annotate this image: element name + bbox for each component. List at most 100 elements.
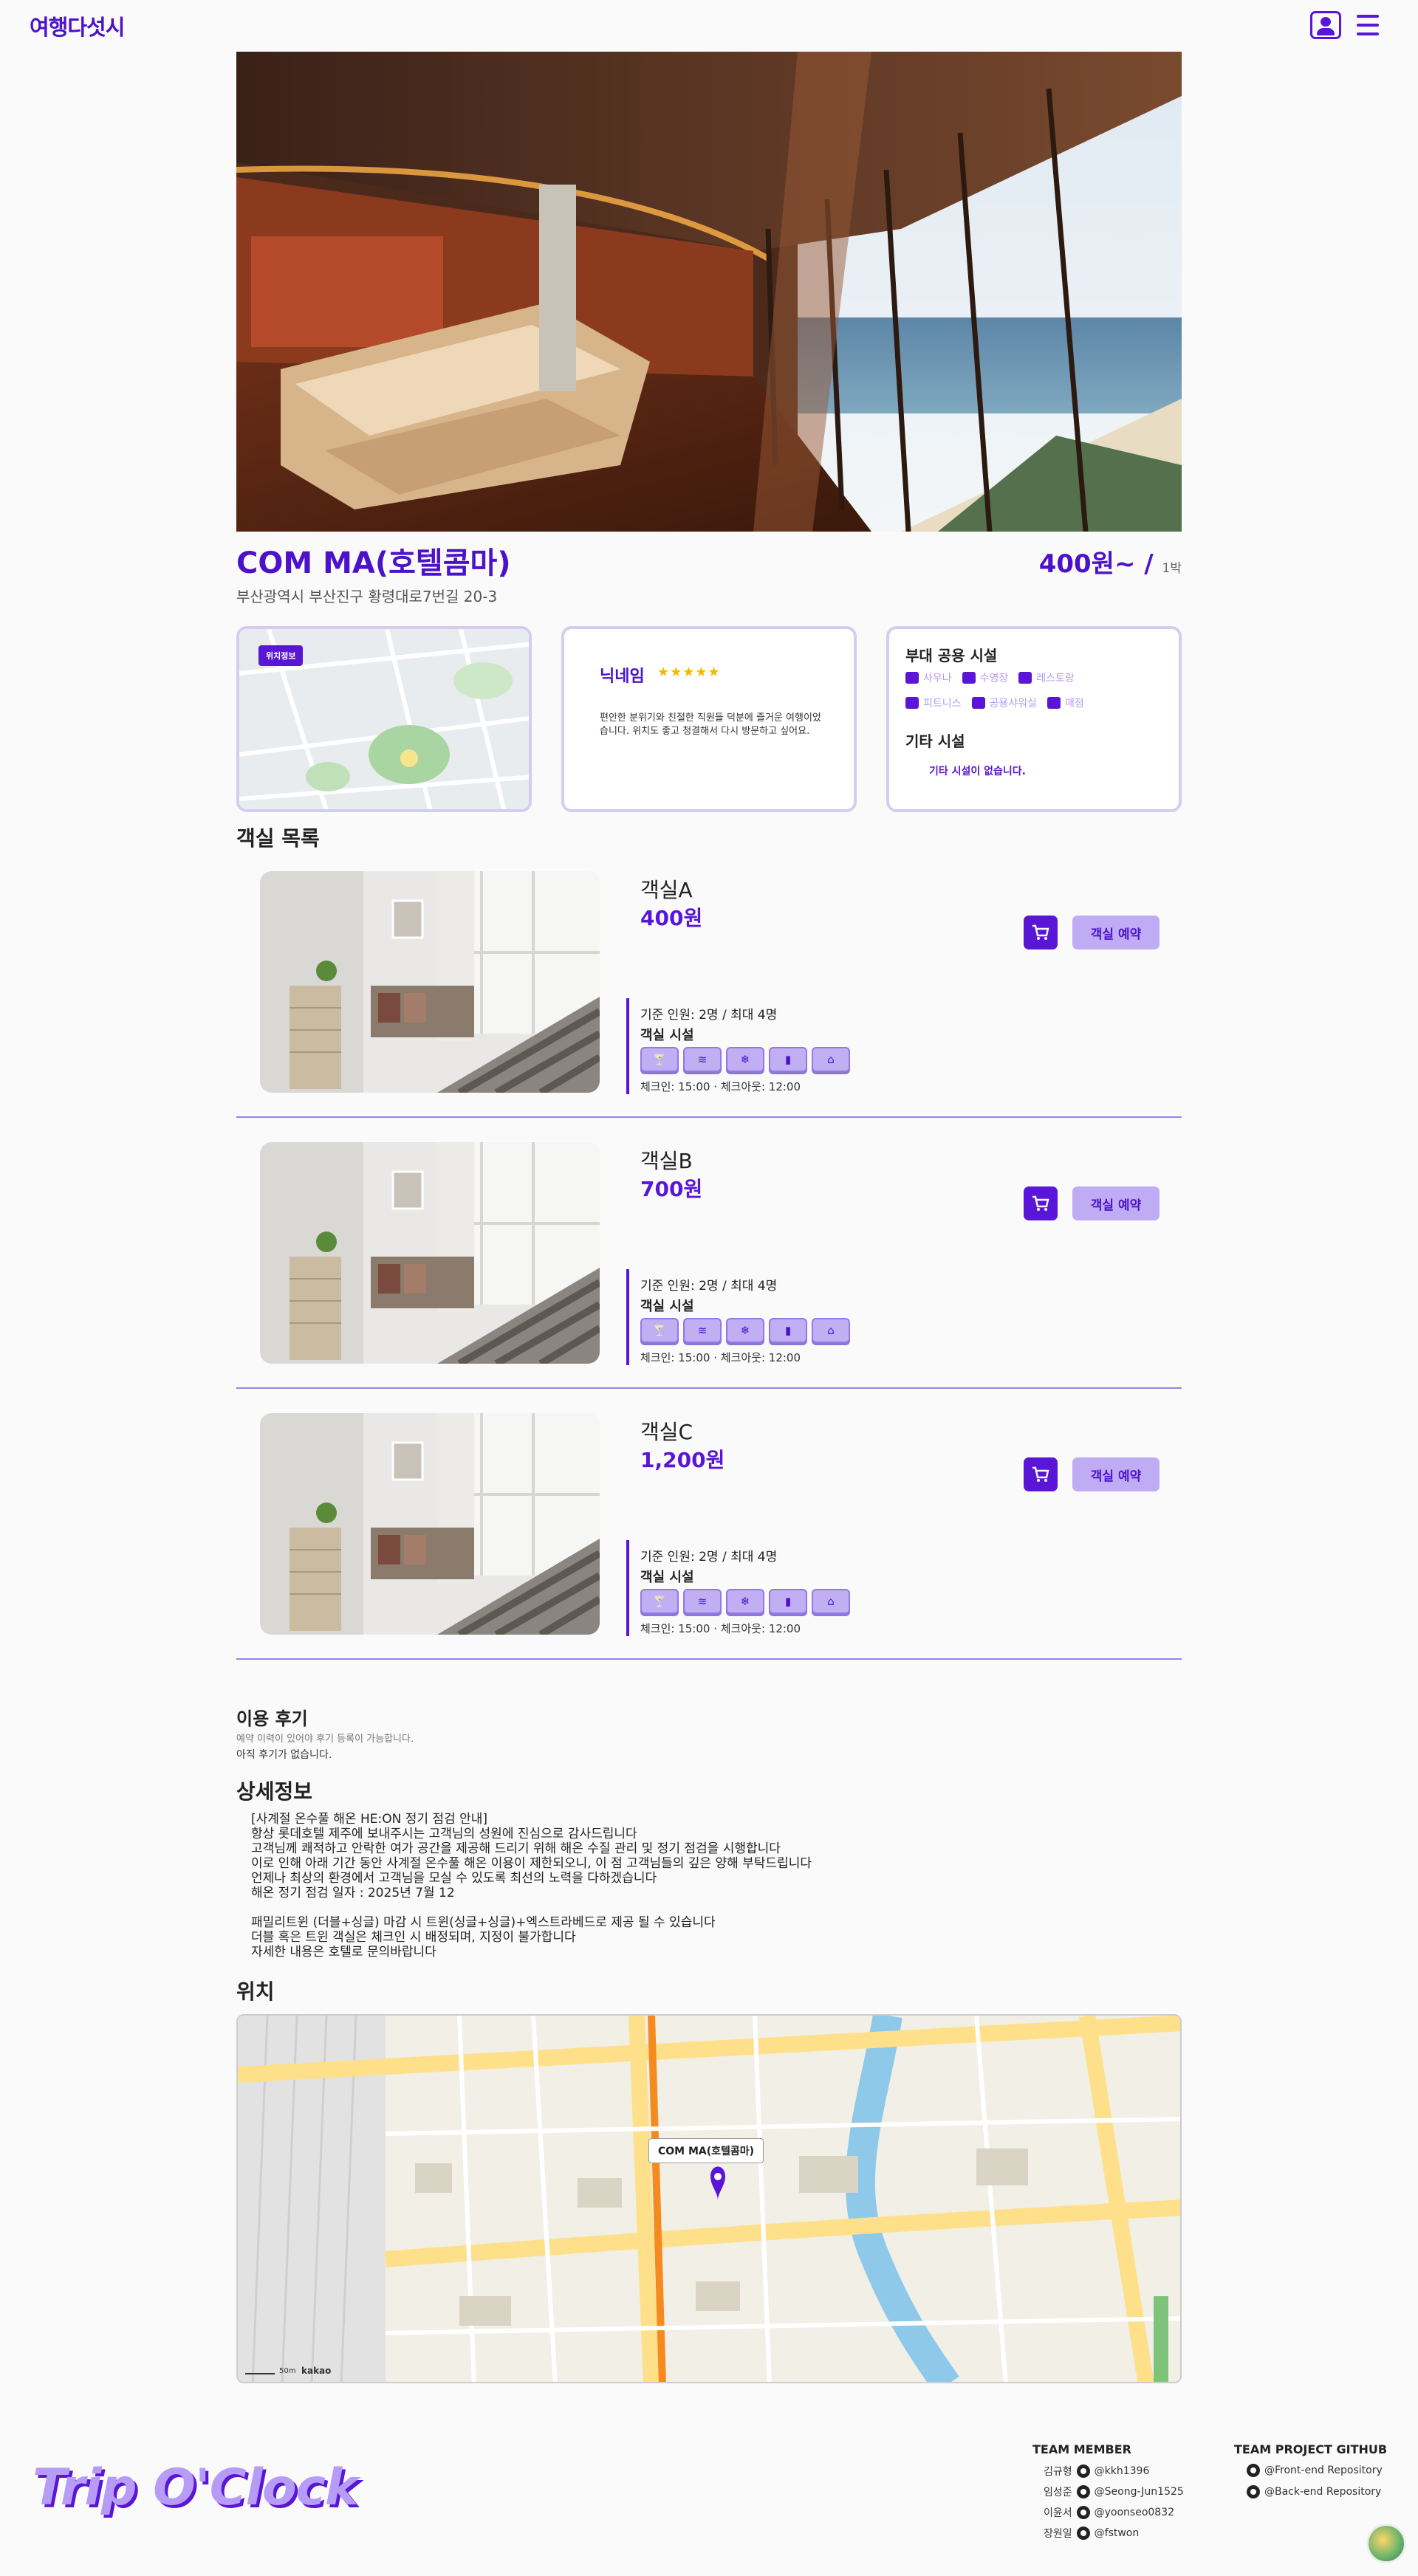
shower-icon: [971, 697, 985, 709]
bar-icon: 🍸: [640, 1589, 679, 1614]
room-divider: [236, 1387, 1182, 1389]
room-amenity-list: 🍸 ≋ ❄ ▮ ⌂: [640, 1318, 850, 1343]
room-check-times: 체크인: 15:00 · 체크아웃: 12:00: [640, 1351, 801, 1364]
cart-icon: [1032, 1466, 1049, 1482]
facility-label: 피트니스: [923, 698, 962, 710]
wifi-icon: ≋: [683, 1047, 722, 1072]
location-map[interactable]: COM MA(호텔콤마) 50m kakao: [236, 2014, 1182, 2383]
facility-label: 매점: [1064, 698, 1084, 710]
team-member-row[interactable]: 김규형 @kkh1396: [1044, 2464, 1149, 2479]
hairdryer-icon: ⌂: [812, 1589, 850, 1614]
bar-icon: 🍸: [640, 1047, 679, 1072]
price-value: 400원~ /: [1038, 549, 1154, 579]
front-repo-link[interactable]: @Front-end Repository: [1247, 2464, 1383, 2477]
github-icon: [1247, 2485, 1260, 2498]
team-member-title: TEAM MEMBER: [1032, 2442, 1131, 2456]
add-to-cart-button[interactable]: [1024, 1457, 1058, 1491]
room-info-bar: [626, 1269, 629, 1365]
facilities-title: 부대 공용 시설: [905, 647, 998, 664]
facility-label: 레스토랑: [1036, 673, 1075, 684]
room-name: 객실B: [640, 1149, 693, 1173]
reviews-notice: 예약 이력이 있어야 후기 등록이 가능합니다.: [236, 1734, 414, 1745]
aircon-icon: ❄: [726, 1318, 764, 1343]
facilities-row: 피트니스 공용샤워실 매점: [905, 695, 1084, 710]
facility-shower: 공용샤워실: [971, 695, 1037, 710]
room-facilities-title: 객실 시설: [640, 1028, 694, 1043]
facility-label: 사우나: [923, 673, 952, 684]
back-repo-link[interactable]: @Back-end Repository: [1247, 2485, 1381, 2498]
hotel-address: 부산광역시 부산진구 황령대로7번길 20-3: [236, 588, 498, 605]
member-github: @Seong-Jun1525: [1094, 2486, 1184, 2498]
facility-label: 공용샤워실: [989, 698, 1037, 710]
room-facilities-title: 객실 시설: [640, 1570, 694, 1585]
team-member-row[interactable]: 이윤서 @yoonseo0832: [1044, 2505, 1174, 2520]
chatbot-icon[interactable]: [1366, 2524, 1406, 2563]
room-name: 객실A: [640, 878, 693, 902]
room-image: [260, 1142, 600, 1364]
location-preview-card[interactable]: 위치정보: [236, 626, 532, 812]
member-name: 장원일: [1044, 2528, 1072, 2540]
facility-label: 수영장: [979, 673, 1009, 684]
hairdryer-icon: ⌂: [812, 1047, 850, 1072]
book-room-button[interactable]: 객실 예약: [1072, 916, 1160, 949]
rooms-section-title: 객실 목록: [236, 826, 320, 851]
book-room-button[interactable]: 객실 예약: [1072, 1186, 1160, 1220]
user-icon[interactable]: [1310, 11, 1341, 39]
facilities-card: 부대 공용 시설 사우나 수영장 레스토랑 피트니스 공용샤워실 매점 기타 시…: [886, 626, 1182, 812]
facility-store: 매점: [1047, 695, 1084, 710]
map-scale: 50m: [279, 2367, 296, 2375]
room-capacity: 기준 인원: 2명 / 최대 4명: [640, 1550, 778, 1565]
room-name: 객실C: [640, 1420, 693, 1444]
hotel-hero-image: [236, 52, 1182, 532]
location-title: 위치: [236, 1979, 275, 2004]
room-facilities-title: 객실 시설: [640, 1299, 694, 1314]
detail-title: 상세정보: [236, 1779, 313, 1804]
team-member-row[interactable]: 장원일 @fstwon: [1044, 2526, 1139, 2541]
amenity-icon: ▮: [769, 1047, 807, 1072]
room-check-times: 체크인: 15:00 · 체크아웃: 12:00: [640, 1080, 801, 1093]
fitness-icon: [905, 697, 919, 709]
facility-sauna: 사우나: [905, 670, 952, 685]
room-divider: [236, 1116, 1182, 1118]
room-info-bar: [626, 1540, 629, 1636]
book-room-button[interactable]: 객실 예약: [1072, 1457, 1160, 1491]
room-price: 1,200원: [640, 1448, 725, 1472]
wifi-icon: ≋: [683, 1589, 722, 1614]
member-name: 임성준: [1044, 2487, 1072, 2498]
facility-restaurant: 레스토랑: [1018, 670, 1075, 685]
cart-icon: [1032, 1195, 1049, 1211]
room-amenity-list: 🍸 ≋ ❄ ▮ ⌂: [640, 1047, 850, 1072]
footer-logo: Trip O'Clock: [32, 2459, 358, 2517]
bar-icon: 🍸: [640, 1318, 679, 1343]
github-icon: [1076, 2527, 1090, 2540]
location-info-badge[interactable]: 위치정보: [258, 645, 304, 666]
pool-icon: [962, 672, 976, 684]
room-divider: [236, 1658, 1182, 1660]
review-text: 편안한 분위기와 친절한 직원들 덕분에 즐거운 여행이었습니다. 위치도 좋고…: [600, 712, 821, 737]
review-preview-card: 닉네임 ★★★★★ 편안한 분위기와 친절한 직원들 덕분에 즐거운 여행이었습…: [561, 626, 857, 812]
room-amenity-list: 🍸 ≋ ❄ ▮ ⌂: [640, 1589, 850, 1614]
member-github: @kkh1396: [1094, 2465, 1150, 2477]
member-name: 이윤서: [1044, 2507, 1072, 2519]
facilities-row: 사우나 수영장 레스토랑: [905, 670, 1075, 685]
amenity-icon: ▮: [769, 1589, 807, 1614]
reviewer-nickname: 닉네임: [600, 667, 645, 686]
facility-pool: 수영장: [962, 670, 1009, 685]
add-to-cart-button[interactable]: [1024, 916, 1058, 949]
hamburger-menu-icon[interactable]: [1357, 15, 1379, 35]
map-marker-label: COM MA(호텔콤마): [648, 2138, 764, 2163]
map-provider: kakao: [301, 2366, 332, 2376]
facility-fitness: 피트니스: [905, 695, 962, 710]
github-icon: [1076, 2485, 1090, 2498]
hotel-name: COM MA(호텔콤마): [236, 546, 511, 580]
room-info-bar: [626, 998, 629, 1094]
room-check-times: 체크인: 15:00 · 체크아웃: 12:00: [640, 1622, 801, 1635]
member-name: 김규형: [1044, 2466, 1072, 2478]
cart-icon: [1032, 924, 1049, 940]
team-member-row[interactable]: 임성준 @Seong-Jun1525: [1044, 2484, 1184, 2499]
room-capacity: 기준 인원: 2명 / 최대 4명: [640, 1279, 778, 1294]
add-to-cart-button[interactable]: [1024, 1186, 1058, 1220]
team-github-title: TEAM PROJECT GITHUB: [1234, 2442, 1388, 2456]
sauna-icon: [905, 672, 919, 684]
site-logo[interactable]: 여행다섯시: [30, 10, 125, 41]
